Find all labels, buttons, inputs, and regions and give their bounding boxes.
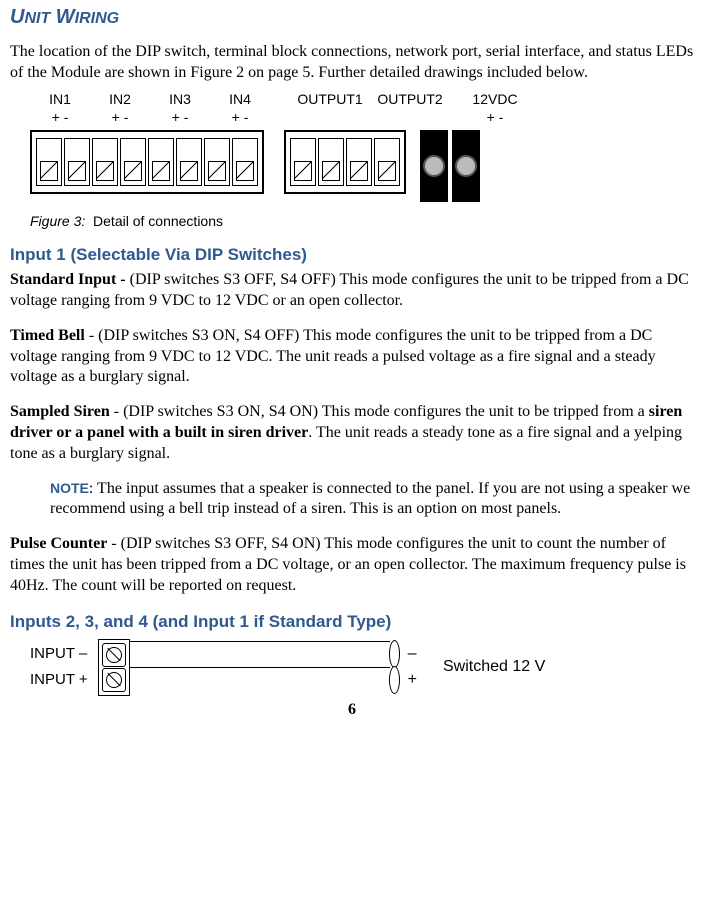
terminal [36,138,62,186]
figure-caption-text: Detail of connections [93,213,223,229]
heading-input1: Input 1 (Selectable Via DIP Switches) [10,244,694,266]
terminal [92,138,118,186]
mode-pulse-title: Pulse Counter [10,535,107,552]
wire-plus [130,667,390,694]
label-in2-polarity: + - [112,109,129,125]
heading-inputs234: Inputs 2, 3, and 4 (and Input 1 if Stand… [10,611,694,633]
mode-pulse: Pulse Counter - (DIP switches S3 OFF, S4… [10,534,694,596]
label-in3: IN3 [169,91,191,107]
note-label: NOTE [50,480,89,496]
intro-paragraph: The location of the DIP switch, terminal… [10,42,694,84]
terminal [120,138,146,186]
page-number: 6 [10,700,694,721]
mode-standard: Standard Input - (DIP switches S3 OFF, S… [10,270,694,312]
terminal [204,138,230,186]
label-input-minus: INPUT – [30,641,88,667]
page-title: UNIT WIRING [10,4,694,30]
power-terminal-block [420,130,480,202]
note-body: : The input assumes that a speaker is co… [50,480,690,518]
label-in2: IN2 [109,91,131,107]
mode-sampled-body-pre: - (DIP switches S3 ON, S4 ON) This mode … [110,403,649,420]
terminal [148,138,174,186]
terminal [290,138,316,186]
mode-timed-body: - (DIP switches S3 ON, S4 OFF) This mode… [10,327,656,386]
figure-caption: Figure 3: Detail of connections [30,212,694,230]
screw-terminal [102,668,126,692]
label-output2: OUTPUT2 [377,91,442,107]
sign-minus: – [408,641,417,667]
label-in4: IN4 [229,91,251,107]
wiring-diagram: INPUT – INPUT + – + Switched 12 V [30,639,694,696]
sign-plus: + [408,667,417,693]
mode-timed: Timed Bell - (DIP switches S3 ON, S4 OFF… [10,326,694,388]
terminal [318,138,344,186]
label-in1: IN1 [49,91,71,107]
terminal [232,138,258,186]
power-terminal-plus [420,130,448,202]
wire-minus [130,641,390,668]
terminal [346,138,372,186]
label-input-plus: INPUT + [30,667,88,693]
label-12vdc-polarity: + - [487,109,504,125]
power-terminal-minus [452,130,480,202]
terminal [64,138,90,186]
mode-timed-title: Timed Bell [10,327,85,344]
output-terminal-block [284,130,406,194]
wire-end-icon [389,640,400,668]
input-terminal-block [30,130,264,194]
note-block: NOTE: The input assumes that a speaker i… [50,479,694,521]
mode-standard-title: Standard Input - [10,271,130,288]
label-in1-polarity: + - [52,109,69,125]
terminal [176,138,202,186]
mode-pulse-body: - (DIP switches S3 OFF, S4 ON) This mode… [10,535,686,594]
wire-end-icon [389,666,400,694]
figure-caption-prefix: Figure 3: [30,213,85,229]
label-in4-polarity: + - [232,109,249,125]
terminal [374,138,400,186]
figure-3: IN1 + - IN2 + - IN3 + - IN4 + - OUTPUT1 OUTP… [30,90,694,231]
label-in3-polarity: + - [172,109,189,125]
label-switched-12v: Switched 12 V [443,657,545,678]
label-12vdc: 12VDC [472,91,517,107]
mode-sampled-title: Sampled Siren [10,403,110,420]
label-output1: OUTPUT1 [297,91,362,107]
screw-terminal [102,643,126,667]
screw-terminal-box [98,639,130,696]
mode-sampled: Sampled Siren - (DIP switches S3 ON, S4 … [10,402,694,464]
